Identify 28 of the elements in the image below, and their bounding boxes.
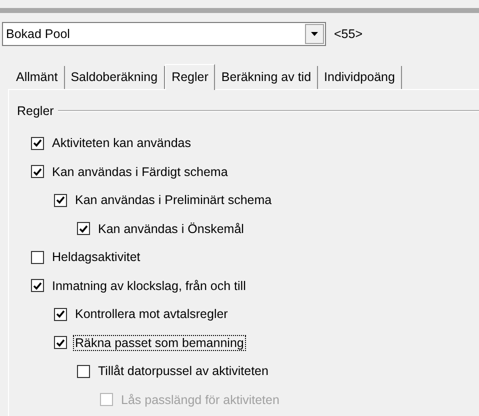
caret-icon [311, 32, 318, 36]
tab[interactable]: Regler [164, 64, 216, 90]
option-label: Aktiviteten kan användas [51, 136, 192, 150]
option-label: Kan användas i Färdigt schema [51, 164, 229, 179]
option-label: Räkna passet som bemanning [74, 336, 245, 350]
option-label: Kontrollera mot avtalsregler [74, 307, 229, 322]
dropdown-button[interactable] [305, 24, 324, 44]
checkbox[interactable] [54, 336, 67, 350]
option-label: Lås passlängd för aktiviteten [120, 392, 280, 407]
checkbox[interactable] [54, 308, 67, 321]
code-label: <55> [334, 27, 363, 41]
group-title: Regler [17, 104, 54, 118]
checkbox[interactable] [31, 250, 44, 264]
pool-dropdown[interactable]: Bokad Pool [2, 22, 326, 46]
option-label: Kan användas i Preliminärt schema [74, 193, 273, 208]
checkbox[interactable] [54, 194, 67, 207]
checkbox[interactable] [31, 136, 44, 150]
option-label: Kan användas i Önskemål [97, 222, 245, 236]
tab[interactable]: Allmänt [10, 66, 65, 89]
checkbox[interactable] [31, 279, 44, 292]
option-label: Tillåt datorpussel av aktiviteten [97, 364, 270, 378]
checkbox[interactable] [77, 222, 90, 236]
tab[interactable]: Beräkning av tid [215, 66, 318, 89]
tab[interactable]: Individpoäng [318, 66, 402, 89]
option-label: Heldagsaktivitet [51, 250, 142, 264]
checkbox[interactable] [31, 165, 44, 178]
checkbox[interactable] [77, 364, 90, 378]
option-label: Inmatning av klockslag, från och till [51, 278, 247, 293]
